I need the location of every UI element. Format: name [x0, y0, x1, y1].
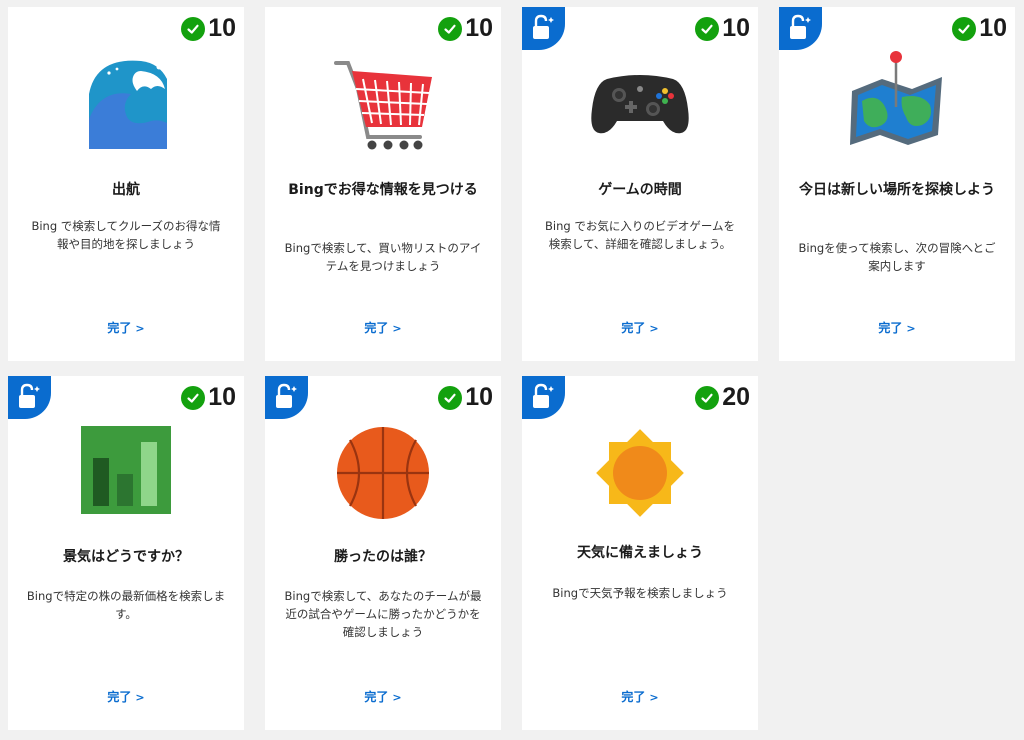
unlock-badge: [265, 376, 308, 419]
card-title: 天気に備えましょう: [577, 545, 703, 561]
points-value: 10: [208, 14, 236, 42]
card-description: Bingで検索して、あなたのチームが最近の試合やゲームに勝ったかどうかを確認しま…: [284, 589, 482, 639]
chevron-right-icon: >: [649, 322, 659, 335]
card-find-deals[interactable]: 10 Bingでお得な情報を見つける Bingで検索して、買い物リストのアイテム…: [265, 7, 501, 361]
check-circle-icon: [695, 385, 720, 410]
card-title: Bingでお得な情報を見つける: [288, 182, 478, 198]
points-badge: 10: [952, 16, 1007, 41]
basketball-icon: [337, 427, 429, 519]
bar-chart-icon: [81, 426, 171, 514]
points-value: 10: [979, 14, 1007, 42]
points-badge: 10: [438, 385, 493, 410]
unlock-badge: [8, 376, 51, 419]
card-description: Bing で検索してクルーズのお得な情報や目的地を探しましょう: [31, 219, 221, 251]
unlock-icon: [19, 383, 40, 408]
card-set-sail[interactable]: 10 出航 Bing で検索してクルーズのお得な情報や目的地を探しましょう 完了…: [8, 7, 244, 361]
sun-icon: [596, 429, 684, 517]
card-game-time[interactable]: 10 ゲームの時間 Bing でお気に入りのビデオゲームを検索して、詳細を確認し…: [522, 7, 758, 361]
unlock-badge: [522, 376, 565, 419]
wave-icon: [89, 60, 169, 149]
complete-label: 完了: [621, 690, 646, 704]
points-badge: 10: [438, 16, 493, 41]
points-value: 10: [722, 14, 750, 42]
chevron-right-icon: >: [392, 322, 402, 335]
complete-label: 完了: [364, 321, 389, 335]
unlock-badge: [779, 7, 822, 50]
card-title: 景気はどうですか？: [63, 549, 189, 565]
chevron-right-icon: >: [135, 691, 145, 704]
card-how-is-economy[interactable]: 10 景気はどうですか？ Bingで特定の株の最新価格を検索します。 完了 >: [8, 376, 244, 730]
card-description: Bingで特定の株の最新価格を検索します。: [26, 589, 226, 621]
check-circle-icon: [181, 385, 206, 410]
card-description: Bingを使って検索し、次の冒険へとご案内します: [798, 241, 996, 273]
map-pin-icon: [850, 51, 942, 145]
unlock-icon: [276, 383, 297, 408]
check-circle-icon: [695, 16, 720, 41]
card-description: Bing でお気に入りのビデオゲームを検索して、詳細を確認しましょう。: [545, 219, 735, 251]
chevron-right-icon: >: [906, 322, 916, 335]
card-title: 出航: [112, 182, 140, 198]
complete-label: 完了: [878, 321, 903, 335]
unlock-icon: [790, 14, 811, 39]
card-explore-new-place[interactable]: 10 今日は新しい場所を探検しよう Bingを使って検索し、次の冒険へとご案内し…: [779, 7, 1015, 361]
complete-link[interactable]: 完了 >: [522, 688, 758, 705]
complete-link[interactable]: 完了 >: [779, 319, 1015, 336]
card-title: 勝ったのは誰？: [334, 549, 432, 565]
card-weather[interactable]: 20 天気に備えましょう Bingで天気予報を検索しましょう 完了 >: [522, 376, 758, 730]
complete-label: 完了: [621, 321, 646, 335]
complete-link[interactable]: 完了 >: [8, 688, 244, 705]
points-value: 20: [722, 383, 750, 411]
chevron-right-icon: >: [649, 691, 659, 704]
unlock-badge: [522, 7, 565, 50]
complete-label: 完了: [107, 690, 132, 704]
complete-link[interactable]: 完了 >: [265, 319, 501, 336]
complete-link[interactable]: 完了 >: [522, 319, 758, 336]
card-description: Bingで天気予報を検索しましょう: [552, 586, 728, 600]
chevron-right-icon: >: [135, 322, 145, 335]
complete-link[interactable]: 完了 >: [8, 319, 244, 336]
card-who-won[interactable]: 10 勝ったのは誰？ Bingで検索して、あなたのチームが最近の試合やゲームに勝…: [265, 376, 501, 730]
card-description: Bingで検索して、買い物リストのアイテムを見つけましょう: [284, 241, 482, 273]
complete-label: 完了: [107, 321, 132, 335]
points-badge: 10: [181, 16, 236, 41]
complete-label: 完了: [364, 690, 389, 704]
points-badge: 20: [695, 385, 750, 410]
unlock-icon: [533, 383, 554, 408]
points-value: 10: [465, 14, 493, 42]
points-value: 10: [208, 383, 236, 411]
complete-link[interactable]: 完了 >: [265, 688, 501, 705]
points-badge: 10: [695, 16, 750, 41]
chevron-right-icon: >: [392, 691, 402, 704]
shopping-cart-icon: [334, 61, 432, 150]
check-circle-icon: [438, 385, 463, 410]
check-circle-icon: [952, 16, 977, 41]
check-circle-icon: [438, 16, 463, 41]
card-title: ゲームの時間: [598, 182, 682, 198]
card-title: 今日は新しい場所を探検しよう: [799, 182, 995, 198]
points-badge: 10: [181, 385, 236, 410]
points-value: 10: [465, 383, 493, 411]
unlock-icon: [533, 14, 554, 39]
game-controller-icon: [591, 75, 689, 134]
check-circle-icon: [181, 16, 206, 41]
